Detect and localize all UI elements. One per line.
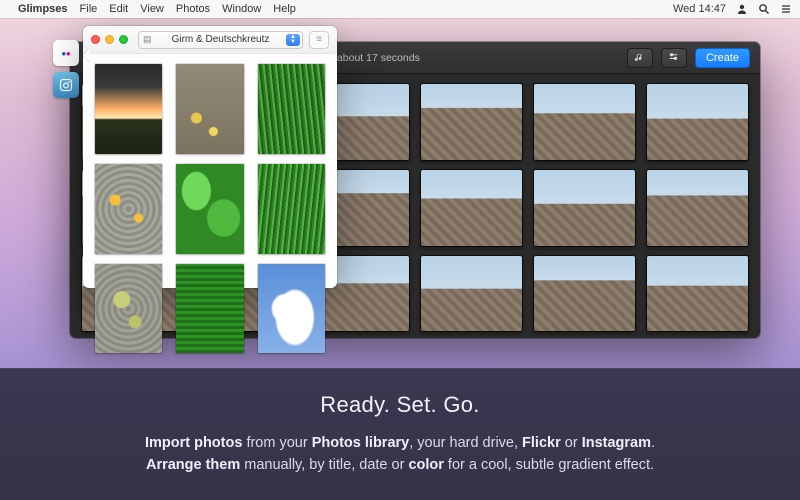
minimize-icon[interactable] <box>105 35 114 44</box>
thumb-grass-2[interactable] <box>258 164 325 254</box>
instagram-source-button[interactable] <box>53 72 79 98</box>
menubar-clock[interactable]: Wed 14:47 <box>673 3 726 15</box>
thumb-sunset[interactable] <box>95 64 162 154</box>
marketing-caption: Ready. Set. Go. Import photos from your … <box>0 368 800 500</box>
source-popover: •• ▤ Girm & Deutschkreutz ▲▼ ≡ <box>49 26 337 288</box>
album-select-label: Girm & Deutschkreutz <box>172 34 270 45</box>
timeline-photo[interactable] <box>534 170 635 246</box>
create-button[interactable]: Create <box>695 48 750 68</box>
popover-toolbar: ▤ Girm & Deutschkreutz ▲▼ ≡ <box>83 26 337 54</box>
desktop-background: Glimpses File Edit View Photos Window He… <box>0 0 800 500</box>
zoom-icon[interactable] <box>119 35 128 44</box>
select-chevrons-icon: ▲▼ <box>286 34 300 46</box>
settings-sliders-button[interactable] <box>661 48 687 68</box>
menu-window[interactable]: Window <box>222 3 261 15</box>
album-thumbnail-grid[interactable] <box>83 54 337 363</box>
thumb-green[interactable] <box>176 264 243 354</box>
notification-center-icon[interactable] <box>780 3 792 15</box>
timeline-photo[interactable] <box>534 84 635 160</box>
album-select[interactable]: ▤ Girm & Deutschkreutz ▲▼ <box>138 31 303 49</box>
thumb-rock-lichen-2[interactable] <box>95 264 162 354</box>
menu-photos[interactable]: Photos <box>176 3 210 15</box>
timeline-photo[interactable] <box>421 84 522 160</box>
timeline-photo[interactable] <box>647 84 748 160</box>
menu-edit[interactable]: Edit <box>109 3 128 15</box>
album-icon: ▤ <box>143 34 152 45</box>
close-icon[interactable] <box>91 35 100 44</box>
thumb-grass[interactable] <box>258 64 325 154</box>
music-button[interactable] <box>627 48 653 68</box>
timeline-photo[interactable] <box>534 256 635 332</box>
thumb-trunk[interactable] <box>176 64 243 154</box>
menu-file[interactable]: File <box>80 3 98 15</box>
thumb-rock-lichen[interactable] <box>95 164 162 254</box>
menu-view[interactable]: View <box>140 3 164 15</box>
thumb-sky-cloud[interactable] <box>258 264 325 354</box>
thumb-leaves[interactable] <box>176 164 243 254</box>
album-picker-panel: ▤ Girm & Deutschkreutz ▲▼ ≡ <box>83 26 337 288</box>
app-menu[interactable]: Glimpses <box>18 3 68 15</box>
user-icon[interactable] <box>736 3 748 15</box>
timeline-photo[interactable] <box>647 256 748 332</box>
macos-menubar: Glimpses File Edit View Photos Window He… <box>0 0 800 18</box>
timeline-photo[interactable] <box>421 256 522 332</box>
marketing-title: Ready. Set. Go. <box>320 392 479 418</box>
window-controls[interactable] <box>91 35 128 44</box>
marketing-body: Import photos from your Photos library, … <box>145 432 655 477</box>
timeline-photo[interactable] <box>647 170 748 246</box>
menu-help[interactable]: Help <box>273 3 296 15</box>
view-mode-toggle[interactable]: ≡ <box>309 31 329 49</box>
timeline-photo[interactable] <box>421 170 522 246</box>
spotlight-search-icon[interactable] <box>758 3 770 15</box>
